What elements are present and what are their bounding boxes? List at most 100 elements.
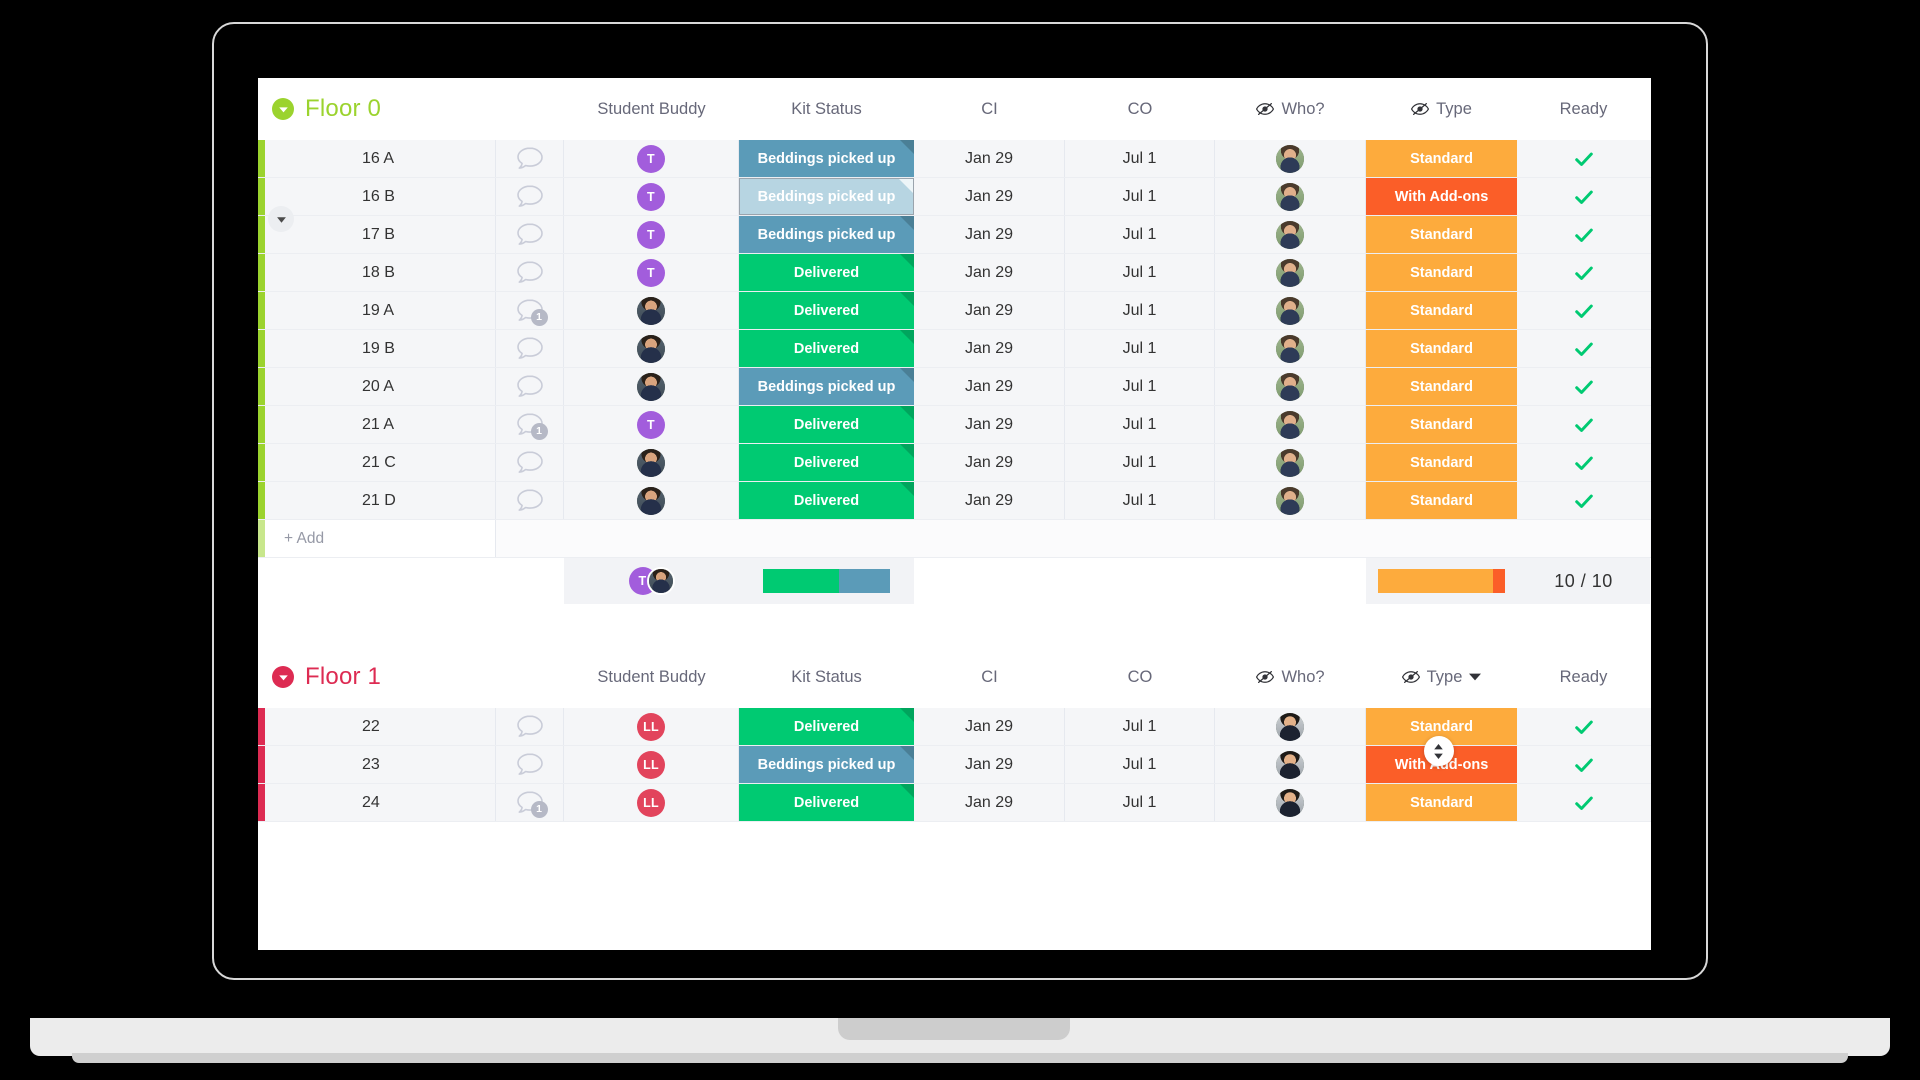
cell-check-in[interactable]: Jan 29	[914, 406, 1065, 443]
cell-type[interactable]: Standard	[1366, 330, 1517, 367]
status-badge[interactable]: Beddings picked up	[739, 140, 914, 177]
cell-ready[interactable]	[1517, 406, 1650, 443]
table-row[interactable]: 19 B Delivered Jan 29 Jul 1 Standard	[258, 330, 1651, 368]
cell-check-in[interactable]: Jan 29	[914, 292, 1065, 329]
group-collapse-button[interactable]	[272, 98, 294, 120]
comment-button[interactable]	[515, 146, 545, 172]
column-header-student-buddy[interactable]: Student Buddy	[564, 646, 739, 708]
column-header-co[interactable]: CO	[1065, 78, 1215, 140]
cell-check-out[interactable]: Jul 1	[1065, 140, 1215, 177]
cell-kit-status[interactable]: Delivered	[739, 444, 914, 481]
cell-type[interactable]: Standard	[1366, 406, 1517, 443]
cell-comments[interactable]: 1	[496, 292, 564, 329]
cell-type[interactable]: Standard	[1366, 482, 1517, 519]
column-header-who[interactable]: Who?	[1215, 78, 1366, 140]
type-badge[interactable]: Standard	[1366, 292, 1517, 329]
avatar[interactable]: T	[637, 182, 665, 211]
cell-ready[interactable]	[1517, 292, 1650, 329]
avatar[interactable]	[1276, 410, 1304, 439]
column-header-type[interactable]: Type	[1366, 646, 1517, 708]
cell-room-name[interactable]: 22	[266, 708, 496, 745]
comment-button[interactable]	[515, 222, 545, 248]
type-badge[interactable]: With Add-ons	[1366, 178, 1517, 215]
avatar[interactable]	[637, 296, 665, 325]
type-badge[interactable]: Standard	[1366, 406, 1517, 443]
table-row[interactable]: 21 C Delivered Jan 29 Jul 1 Standard	[258, 444, 1651, 482]
cell-who[interactable]	[1215, 444, 1366, 481]
type-badge[interactable]: Standard	[1366, 254, 1517, 291]
cell-ready[interactable]	[1517, 140, 1650, 177]
cell-student-buddy[interactable]	[564, 330, 739, 367]
cell-student-buddy[interactable]: LL	[564, 746, 739, 783]
cell-who[interactable]	[1215, 746, 1366, 783]
cell-check-out[interactable]: Jul 1	[1065, 708, 1215, 745]
avatar[interactable]: T	[637, 258, 665, 287]
cell-student-buddy[interactable]: T	[564, 254, 739, 291]
avatar[interactable]	[1276, 448, 1304, 477]
avatar[interactable]	[637, 486, 665, 515]
type-badge[interactable]: Standard	[1366, 330, 1517, 367]
cell-room-name[interactable]: 20 A	[266, 368, 496, 405]
status-badge[interactable]: Delivered	[739, 406, 914, 443]
type-badge[interactable]: Standard	[1366, 444, 1517, 481]
cell-kit-status[interactable]: Beddings picked up	[739, 140, 914, 177]
cell-type[interactable]: Standard	[1366, 368, 1517, 405]
column-header-type[interactable]: Type	[1366, 78, 1517, 140]
cell-kit-status[interactable]: Delivered	[739, 406, 914, 443]
cell-ready[interactable]	[1517, 178, 1650, 215]
avatar[interactable]	[1276, 788, 1304, 817]
cell-check-out[interactable]: Jul 1	[1065, 444, 1215, 481]
cell-check-out[interactable]: Jul 1	[1065, 482, 1215, 519]
table-row[interactable]: 21 D Delivered Jan 29 Jul 1 Standard	[258, 482, 1651, 520]
cell-room-name[interactable]: 19 B	[266, 330, 496, 367]
status-badge[interactable]: Beddings picked up	[739, 216, 914, 253]
comment-button[interactable]: 1	[515, 790, 548, 818]
table-row[interactable]: 19 A 1 Delivered Jan 29 Jul 1 Standard	[258, 292, 1651, 330]
cell-check-in[interactable]: Jan 29	[914, 178, 1065, 215]
cell-type[interactable]: Standard	[1366, 140, 1517, 177]
cell-room-name[interactable]: 16 A	[266, 140, 496, 177]
comment-button[interactable]	[515, 714, 545, 740]
cell-ready[interactable]	[1517, 482, 1650, 519]
cell-ready[interactable]	[1517, 330, 1650, 367]
group-header[interactable]: Floor 1 Student Buddy Kit Status CI CO W…	[258, 646, 1651, 708]
cell-student-buddy[interactable]	[564, 482, 739, 519]
status-badge[interactable]: Beddings picked up	[739, 746, 914, 783]
avatar[interactable]	[1276, 296, 1304, 325]
cell-kit-status[interactable]: Delivered	[739, 708, 914, 745]
cell-type[interactable]: Standard	[1366, 784, 1517, 821]
cell-kit-status[interactable]: Delivered	[739, 482, 914, 519]
column-header-student-buddy[interactable]: Student Buddy	[564, 78, 739, 140]
status-badge[interactable]: Delivered	[739, 330, 914, 367]
status-badge[interactable]: Delivered	[739, 708, 914, 745]
cell-room-name[interactable]: 16 B	[266, 178, 496, 215]
avatar[interactable]	[1276, 372, 1304, 401]
cell-student-buddy[interactable]: T	[564, 140, 739, 177]
status-badge[interactable]: Delivered	[739, 482, 914, 519]
status-badge[interactable]: Beddings picked up	[739, 368, 914, 405]
avatar[interactable]: LL	[637, 788, 665, 817]
group-title[interactable]: Floor 1	[305, 663, 381, 691]
cell-ready[interactable]	[1517, 444, 1650, 481]
status-badge[interactable]: Delivered	[739, 292, 914, 329]
add-row[interactable]: + Add	[258, 520, 1651, 558]
comment-button[interactable]: 1	[515, 298, 548, 326]
cell-kit-status[interactable]: Beddings picked up	[739, 368, 914, 405]
cell-who[interactable]	[1215, 708, 1366, 745]
column-header-ci[interactable]: CI	[914, 78, 1065, 140]
cell-who[interactable]	[1215, 406, 1366, 443]
cell-who[interactable]	[1215, 140, 1366, 177]
cell-check-out[interactable]: Jul 1	[1065, 330, 1215, 367]
status-badge[interactable]: Beddings picked up	[739, 178, 914, 215]
avatar[interactable]: LL	[637, 712, 665, 741]
status-badge[interactable]: Delivered	[739, 784, 914, 821]
avatar[interactable]	[1276, 486, 1304, 515]
cell-student-buddy[interactable]: T	[564, 406, 739, 443]
avatar[interactable]	[1276, 220, 1304, 249]
cell-comments[interactable]	[496, 746, 564, 783]
cell-comments[interactable]	[496, 140, 564, 177]
cell-room-name[interactable]: 21 A	[266, 406, 496, 443]
cell-ready[interactable]	[1517, 254, 1650, 291]
cell-ready[interactable]	[1517, 216, 1650, 253]
cell-who[interactable]	[1215, 254, 1366, 291]
